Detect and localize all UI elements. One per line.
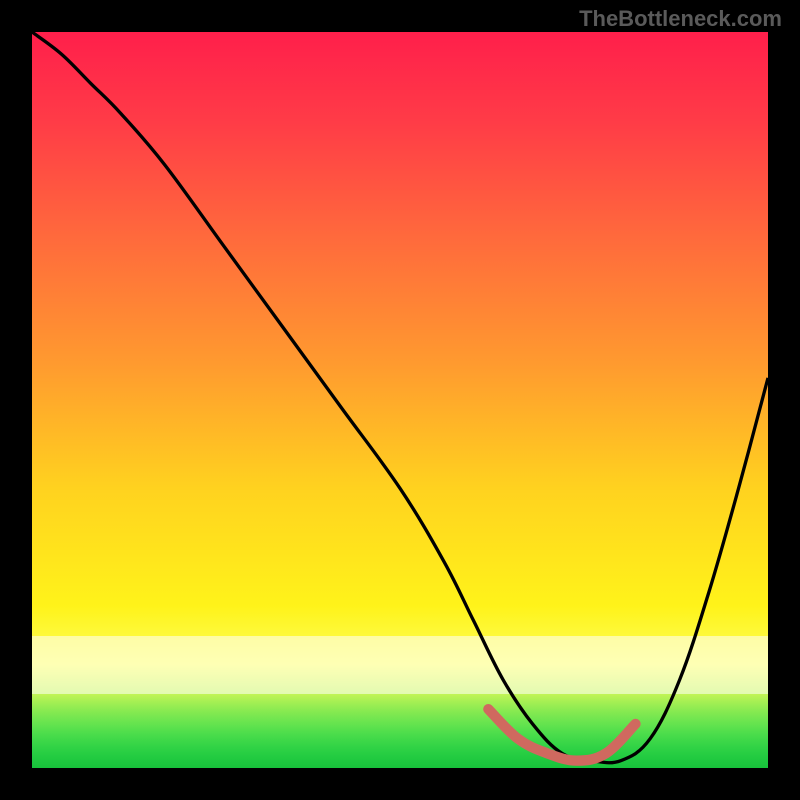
chart-frame	[32, 32, 768, 768]
bottleneck-curve	[32, 32, 768, 763]
valley-highlight	[488, 709, 635, 761]
watermark-text: TheBottleneck.com	[579, 6, 782, 32]
curve-layer	[32, 32, 768, 768]
plot-area	[32, 32, 768, 768]
